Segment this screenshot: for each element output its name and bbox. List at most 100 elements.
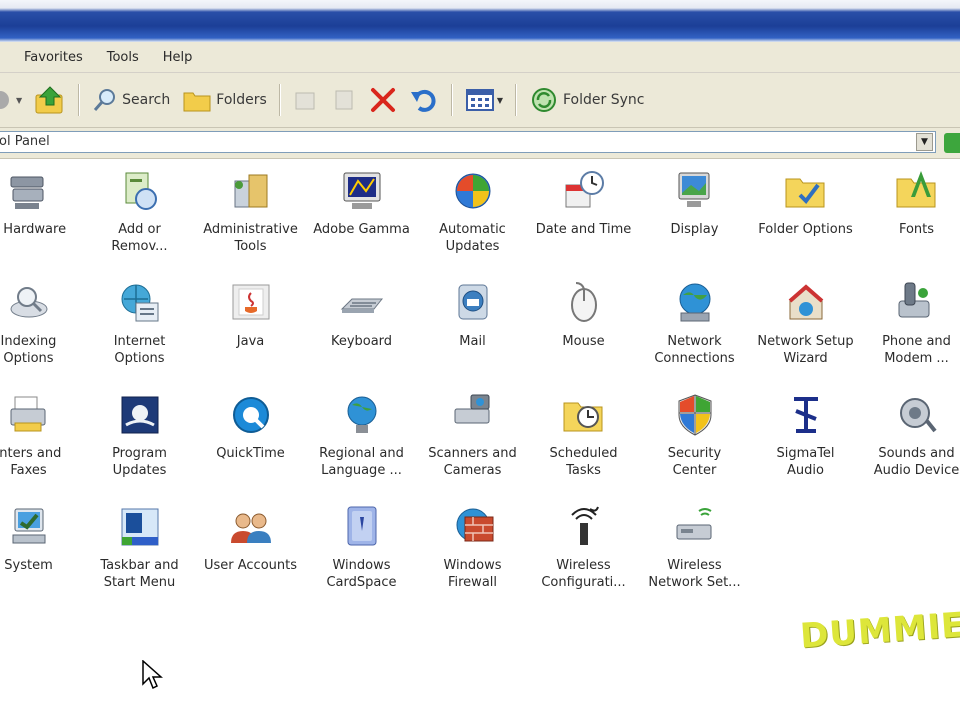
- address-text: ol Panel: [0, 134, 50, 149]
- sounds-audio-icon: [899, 398, 937, 433]
- control-panel-item-network-connections[interactable]: Network Connections: [639, 279, 750, 391]
- control-panel-item-sounds-audio[interactable]: Sounds and Audio Device: [861, 391, 960, 503]
- control-panel-item-wireless-configuration[interactable]: Wireless Configurati...: [528, 503, 639, 615]
- regional-language-icon: [347, 396, 376, 433]
- scheduled-tasks-icon: [563, 402, 602, 432]
- search-label: Search: [122, 92, 171, 108]
- copy-to-button[interactable]: [325, 80, 363, 120]
- phone-modem-icon: [898, 282, 929, 318]
- control-panel-item-label: Scanners and Cameras: [428, 446, 517, 478]
- go-button[interactable]: [944, 133, 960, 153]
- control-panel-item-label: Automatic Updates: [439, 222, 506, 254]
- control-panel-item-label: Fonts: [898, 222, 935, 237]
- control-panel-item-system[interactable]: System: [0, 503, 84, 615]
- user-accounts-icon: [230, 513, 271, 543]
- control-panel-item-keyboard[interactable]: Keyboard: [306, 279, 417, 391]
- menu-help[interactable]: Help: [151, 50, 205, 65]
- chevron-down-icon: ▼: [496, 95, 503, 105]
- mouse-icon: [570, 282, 597, 322]
- control-panel-item-internet-options[interactable]: Internet Options: [84, 279, 195, 391]
- address-field[interactable]: ol Panel ▼: [0, 131, 936, 153]
- control-panel-item-phone-modem[interactable]: Phone and Modem ...: [861, 279, 960, 391]
- menu-tools[interactable]: Tools: [95, 50, 151, 65]
- control-panel-item-mail[interactable]: Mail: [417, 279, 528, 391]
- control-panel-item-program-updates[interactable]: Program Updates: [84, 391, 195, 503]
- move-to-icon: [295, 92, 315, 110]
- folder-sync-label: Folder Sync: [562, 92, 645, 108]
- control-panel-item-add-remove-programs[interactable]: Add or Remov...: [84, 167, 195, 279]
- control-panel-item-label: Add or Remov...: [111, 222, 168, 254]
- up-folder-button[interactable]: [28, 80, 72, 120]
- control-panel-item-regional-language[interactable]: Regional and Language ...: [306, 391, 417, 503]
- control-panel-item-label: Wireless Configurati...: [541, 558, 626, 590]
- control-panel-item-label: Wireless Network Set...: [648, 558, 741, 590]
- control-panel-item-label: Folder Options: [758, 222, 853, 237]
- control-panel-item-sigmatel-audio[interactable]: SigmaTel Audio: [750, 391, 861, 503]
- control-panel-item-network-setup-wizard[interactable]: Network Setup Wizard: [750, 279, 861, 391]
- control-panel-item-label: Sounds and Audio Device: [873, 446, 960, 478]
- control-panel-item-automatic-updates[interactable]: Automatic Updates: [417, 167, 528, 279]
- control-panel-item-wireless-network-setup[interactable]: Wireless Network Set...: [639, 503, 750, 615]
- folder-options-icon: [785, 178, 824, 208]
- control-panel-item-taskbar-start-menu[interactable]: Taskbar and Start Menu: [84, 503, 195, 615]
- control-panel-item-mouse[interactable]: Mouse: [528, 279, 639, 391]
- control-panel-item-label: Taskbar and Start Menu: [100, 558, 179, 590]
- up-folder-icon: [35, 86, 63, 114]
- undo-button[interactable]: [403, 80, 445, 120]
- folders-button[interactable]: Folders: [176, 80, 273, 120]
- menu-favorites[interactable]: Favorites: [12, 50, 95, 65]
- control-panel-item-indexing-options[interactable]: Indexing Options: [0, 279, 84, 391]
- quicktime-icon: [232, 397, 269, 433]
- undo-icon: [410, 89, 436, 112]
- control-panel-item-add-hardware[interactable]: d Hardware: [0, 167, 84, 279]
- control-panel-item-label: inters and Faxes: [0, 446, 62, 478]
- address-dropdown-button[interactable]: ▼: [916, 133, 933, 151]
- control-panel-item-label: Windows CardSpace: [326, 558, 397, 590]
- control-panel-item-label: Adobe Gamma: [313, 222, 410, 237]
- control-panel-item-date-time[interactable]: Date and Time: [528, 167, 639, 279]
- control-panel-item-security-center[interactable]: Security Center: [639, 391, 750, 503]
- control-panel-item-printers-faxes[interactable]: inters and Faxes: [0, 391, 84, 503]
- control-panel-item-label: Regional and Language ...: [319, 446, 404, 478]
- delete-button[interactable]: [363, 80, 403, 120]
- automatic-updates-icon: [455, 173, 490, 209]
- chevron-down-icon: ▼: [16, 95, 23, 105]
- control-panel-item-user-accounts[interactable]: User Accounts: [195, 503, 306, 615]
- control-panel-item-label: Mail: [459, 334, 486, 349]
- control-panel-item-label: Windows Firewall: [443, 558, 502, 590]
- control-panel-item-label: Administrative Tools: [203, 222, 298, 254]
- system-icon: [12, 508, 45, 544]
- control-panel-item-fonts[interactable]: Fonts: [861, 167, 960, 279]
- control-panel-item-quicktime[interactable]: QuickTime: [195, 391, 306, 503]
- move-to-button[interactable]: [287, 80, 325, 120]
- control-panel-item-label: QuickTime: [216, 446, 285, 461]
- control-panel-item-adobe-gamma[interactable]: Adobe Gamma: [306, 167, 417, 279]
- control-panel-item-label: Date and Time: [535, 222, 632, 237]
- search-button[interactable]: Search: [86, 80, 176, 120]
- windows-firewall-icon: [456, 508, 493, 542]
- control-panel-item-administrative-tools[interactable]: Administrative Tools: [195, 167, 306, 279]
- toolbar-separator: [278, 84, 281, 116]
- adobe-gamma-icon: [343, 172, 380, 209]
- sigmatel-audio-icon: [793, 397, 818, 433]
- control-panel-item-windows-firewall[interactable]: Windows Firewall: [417, 503, 528, 615]
- control-panel-item-label: Mouse: [562, 334, 605, 349]
- wireless-configuration-icon: [570, 506, 599, 545]
- program-updates-icon: [121, 396, 158, 434]
- title-bar[interactable]: [0, 0, 960, 42]
- control-panel-item-scheduled-tasks[interactable]: Scheduled Tasks: [528, 391, 639, 503]
- control-panel-item-windows-cardspace[interactable]: Windows CardSpace: [306, 503, 417, 615]
- control-panel-item-java[interactable]: Java: [195, 279, 306, 391]
- network-setup-wizard-icon: [788, 284, 823, 320]
- toolbar-separator: [514, 84, 517, 116]
- folder-sync-button[interactable]: Folder Sync: [523, 80, 650, 120]
- control-panel-item-label: Keyboard: [330, 334, 393, 349]
- windows-cardspace-icon: [347, 506, 376, 546]
- scanners-cameras-icon: [454, 394, 489, 424]
- control-panel-item-label: Network Setup Wizard: [757, 334, 854, 366]
- control-panel-item-scanners-cameras[interactable]: Scanners and Cameras: [417, 391, 528, 503]
- forward-dropdown-button[interactable]: ▼: [0, 80, 28, 120]
- control-panel-item-display[interactable]: Display: [639, 167, 750, 279]
- control-panel-item-folder-options[interactable]: Folder Options: [750, 167, 861, 279]
- views-button[interactable]: ▼: [459, 80, 509, 120]
